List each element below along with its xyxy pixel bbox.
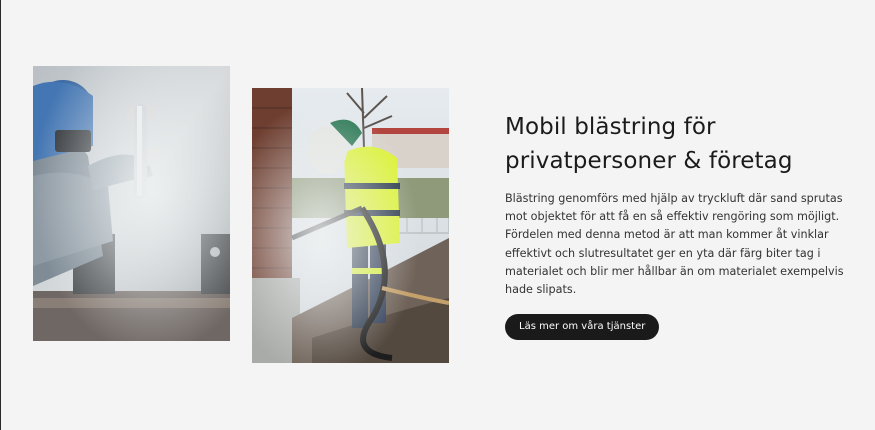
section-description: Blästring genomförs med hjälp av trycklu… — [505, 192, 844, 297]
outdoor-sandblasting-photo — [252, 88, 449, 363]
read-more-services-button[interactable]: Läs mer om våra tjänster — [505, 314, 660, 341]
section-heading: Mobil blästring för privatpersoner & för… — [505, 110, 850, 178]
heading-line-2: privatpersoner & företag — [505, 148, 793, 174]
services-intro: Mobil blästring för privatpersoner & för… — [505, 110, 850, 341]
page-left-border — [0, 0, 1, 430]
sandblasting-worker-photo — [33, 66, 230, 341]
heading-line-1: Mobil blästring för — [505, 114, 716, 140]
